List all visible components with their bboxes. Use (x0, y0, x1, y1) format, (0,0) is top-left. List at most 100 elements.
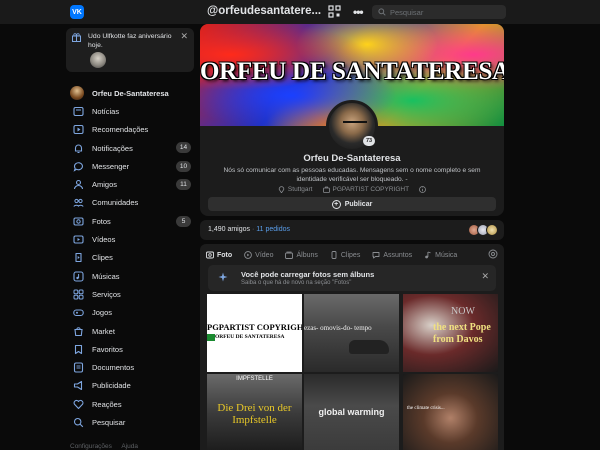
tab-clips[interactable]: Clipes (330, 251, 360, 259)
pending-requests-link[interactable]: 11 pedidos (256, 226, 290, 233)
sidebar-item-news[interactable]: Notícias (66, 102, 194, 120)
count-badge: 10 (176, 160, 191, 172)
count-badge: 11 (176, 178, 191, 190)
location-pin-icon (278, 186, 285, 193)
banner-subtitle: Saiba o que há de novo na seção "Fotos" (241, 280, 352, 286)
sidebar-item-clips[interactable]: Clipes (66, 249, 194, 267)
info-banner[interactable]: Você pode carregar fotos sem álbuns Saib… (208, 265, 496, 291)
photos-icon (72, 215, 84, 227)
photo-caption: ezas- omovis-do- tempo (304, 324, 372, 332)
photo-caption: the next Pope from Davos (433, 322, 491, 345)
separator: · (251, 226, 255, 233)
sidebar-item-label: Market (92, 326, 115, 336)
sidebar-item-label: Documentos (92, 363, 135, 373)
sidebar-item-notifications[interactable]: Notificações 14 (66, 139, 194, 157)
bell-icon (72, 142, 84, 154)
news-icon (72, 105, 84, 117)
photo-thumbnail[interactable]: IMPFSTELLE Die Drei von der Impfstelle (207, 374, 302, 450)
search-icon (72, 416, 84, 428)
tab-topics[interactable]: Assuntos (372, 251, 412, 259)
sidebar-item-label: Recomendações (92, 125, 149, 135)
photo-sign: IMPFSTELLE (236, 376, 273, 382)
sidebar-item-messenger[interactable]: Messenger 10 (66, 157, 194, 175)
close-icon[interactable]: ✕ (180, 31, 188, 42)
help-link[interactable]: Ajuda (121, 443, 138, 450)
sidebar-item-photos[interactable]: Fotos 5 (66, 212, 194, 230)
sidebar-item-documents[interactable]: Documentos (66, 358, 194, 376)
info-icon[interactable] (419, 186, 426, 193)
tab-video[interactable]: Vídeo (244, 251, 273, 259)
qr-code-icon[interactable] (328, 5, 341, 18)
sidebar-item-services[interactable]: Serviços (66, 285, 194, 303)
sidebar-item-profile[interactable]: Orfeu De-Santateresa (66, 84, 194, 102)
sidebar-item-label: Músicas (92, 271, 120, 281)
sidebar-item-label: Serviços (92, 289, 121, 299)
avatar-glasses (343, 121, 367, 127)
profile-name: Orfeu De-Santateresa (303, 153, 401, 164)
messenger-icon (72, 160, 84, 172)
page-handle: @orfeudesantatere... (207, 5, 322, 17)
sidebar-item-communities[interactable]: Comunidades (66, 194, 194, 212)
sidebar-item-label: Jogos (92, 308, 113, 318)
sidebar-item-friends[interactable]: Amigos 11 (66, 175, 194, 193)
video-tab-icon (244, 251, 253, 259)
photo-caption: PGPARTIST COPYRIGHT (207, 322, 302, 332)
profile-avatar (70, 86, 84, 101)
photo-thumbnail[interactable]: ezas- omovis-do- tempo (304, 294, 399, 372)
birthday-notification[interactable]: Udo Ulfkotte faz aniversário hoje. ✕ (66, 28, 194, 72)
workplace-text: PGPARTIST COPYRIGHT (332, 186, 410, 193)
photo-thumbnail[interactable]: global warming (304, 374, 399, 450)
sidebar-item-videos[interactable]: Vídeos (66, 230, 194, 248)
sidebar-item-label: Clipes (92, 253, 113, 263)
sidebar-item-games[interactable]: Jogos (66, 304, 194, 322)
more-icon[interactable]: ••• (353, 5, 364, 19)
workplace[interactable]: PGPARTIST COPYRIGHT (322, 186, 410, 193)
friends-bar[interactable]: 1,490 amigos · 11 pedidos (200, 220, 504, 240)
photo-caption: global warming (318, 407, 385, 417)
clips-tab-icon (331, 251, 337, 259)
tab-music[interactable]: Música (424, 251, 457, 259)
search-input[interactable]: Pesquisar (372, 5, 506, 19)
sidebar-item-label: Notícias (92, 106, 120, 116)
notification-text: Udo Ulfkotte faz aniversário hoje. (88, 33, 172, 49)
photo-thumbnail[interactable]: PGPARTIST COPYRIGHT ORFEU DE SANTATERESA (207, 294, 302, 372)
photo-caption: Die Drei von der Impfstelle (217, 402, 292, 426)
location: Stuttgart (278, 186, 313, 193)
tab-label: Clipes (340, 251, 361, 259)
visibility-settings-icon[interactable] (488, 249, 498, 259)
sidebar-item-label: Messenger (92, 161, 130, 171)
photo-thumbnail[interactable]: NOW the next Pope from Davos (403, 294, 498, 372)
avatar[interactable] (90, 52, 106, 68)
close-icon[interactable]: ✕ (481, 271, 489, 282)
cover-title: ORFEU DE SANTATERESA (200, 58, 504, 85)
sidebar-item-label: Comunidades (92, 198, 139, 208)
albums-tab-icon (285, 251, 294, 259)
tab-label: Foto (217, 251, 233, 259)
sidebar-item-favorites[interactable]: Favoritos (66, 340, 194, 358)
music-tab-icon (425, 251, 431, 259)
vk-logo[interactable]: VK (70, 5, 84, 19)
sidebar-item-search[interactable]: Pesquisar (66, 413, 194, 431)
sidebar-item-label: Reações (92, 399, 122, 409)
media-card: Foto Vídeo Álbuns Clipes Assuntos Música… (200, 244, 504, 450)
sidebar: Orfeu De-Santateresa Notícias Recomendaç… (66, 84, 194, 432)
ads-icon (72, 380, 84, 392)
sidebar-item-reactions[interactable]: Reações (66, 395, 194, 413)
search-placeholder: Pesquisar (390, 7, 424, 17)
sidebar-item-ads[interactable]: Publicidade (66, 377, 194, 395)
photo-thumbnail[interactable]: the climate crisis... (403, 374, 498, 450)
friends-count[interactable]: 1,490 amigos (208, 226, 250, 233)
sparkle-icon (218, 272, 228, 282)
friend-avatars[interactable] (468, 224, 498, 236)
tab-albums[interactable]: Álbuns (285, 251, 318, 259)
sidebar-item-label: Favoritos (92, 344, 123, 354)
tab-photos[interactable]: Foto (206, 251, 232, 259)
settings-link[interactable]: Configurações (70, 443, 112, 450)
sidebar-footer: Configurações Ajuda (70, 443, 146, 450)
sidebar-item-market[interactable]: Market (66, 322, 194, 340)
documents-icon (72, 362, 84, 374)
photo-tab-icon (206, 251, 214, 259)
sidebar-item-music[interactable]: Músicas (66, 267, 194, 285)
publish-button[interactable]: + Publicar (208, 197, 496, 211)
sidebar-item-recommendations[interactable]: Recomendações (66, 121, 194, 139)
